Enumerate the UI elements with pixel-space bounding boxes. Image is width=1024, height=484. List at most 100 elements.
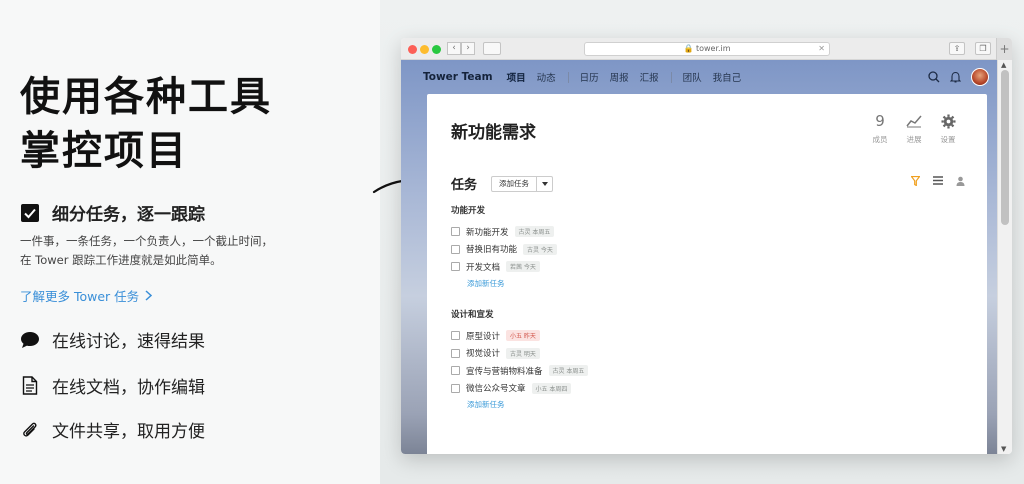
members-count: 9 bbox=[875, 112, 885, 130]
page-scrollbar[interactable]: ▲ ▼ bbox=[997, 60, 1012, 454]
stat-label: 进展 bbox=[906, 135, 922, 144]
task-row: 微信公众号文章 小五 本周四 bbox=[451, 380, 588, 398]
feature-label: 文件共享，取用方便 bbox=[52, 422, 205, 442]
forward-icon[interactable]: › bbox=[461, 42, 475, 55]
browser-toolbar: ‹ › 🔒 tower.im ✕ ⇪ ❐ + bbox=[401, 38, 1012, 60]
task-name[interactable]: 开发文档 bbox=[466, 261, 500, 273]
team-name[interactable]: Tower Team bbox=[423, 71, 493, 83]
stat-members[interactable]: 9 成员 bbox=[863, 110, 897, 145]
speech-bubble-icon bbox=[20, 330, 40, 350]
chart-icon bbox=[906, 115, 922, 128]
stat-label: 设置 bbox=[940, 135, 956, 144]
task-checkbox[interactable] bbox=[451, 383, 460, 393]
feature-description: 一件事，一条任务，一个负责人，一个截止时间， 在 Tower 跟踪工作进度就是如… bbox=[20, 232, 320, 270]
hero-title-line2: 掌控项目 bbox=[20, 128, 188, 174]
feature-tasks: 细分任务，逐一跟踪 bbox=[20, 200, 205, 225]
task-name[interactable]: 新功能开发 bbox=[466, 226, 509, 238]
stat-label: 成员 bbox=[872, 135, 888, 144]
learn-more-link[interactable]: 了解更多 Tower 任务 bbox=[20, 286, 153, 305]
nav-divider bbox=[567, 71, 569, 83]
task-checkbox[interactable] bbox=[451, 244, 460, 254]
add-task-label: 添加任务 bbox=[499, 178, 530, 188]
tasks-title: 任务 bbox=[451, 178, 478, 193]
tasks-header: 任务 添加任务 bbox=[451, 174, 554, 193]
nav-item-me[interactable]: 我自己 bbox=[713, 70, 742, 84]
feature-label: 在线文档，协作编辑 bbox=[52, 378, 205, 398]
task-row: 替换旧有功能 古灵 今天 bbox=[451, 241, 557, 259]
feature-discussion[interactable]: 在线讨论，速得结果 bbox=[20, 327, 205, 352]
nav-item-projects[interactable]: 项目 bbox=[507, 70, 526, 84]
clear-url-icon[interactable]: ✕ bbox=[818, 43, 825, 55]
task-name[interactable]: 替换旧有功能 bbox=[466, 243, 517, 255]
new-tab-button[interactable]: + bbox=[996, 38, 1012, 60]
nav-item-weekly[interactable]: 周报 bbox=[610, 70, 629, 84]
add-new-task-link[interactable]: 添加新任务 bbox=[467, 278, 557, 289]
browser-window: ‹ › 🔒 tower.im ✕ ⇪ ❐ + Tower Team 项目 动态 … bbox=[401, 38, 1012, 454]
project-card: 新功能需求 9 成员 进展 设置 任务 添加任务 功能开发 新功能开发 古灵 本… bbox=[427, 94, 987, 454]
lock-icon: 🔒 bbox=[683, 44, 694, 53]
task-tag: 古灵 今天 bbox=[523, 243, 557, 255]
project-title: 新功能需求 bbox=[451, 123, 536, 143]
task-tag-overdue: 小五 昨天 bbox=[506, 330, 540, 342]
task-name[interactable]: 宣传与营销物料准备 bbox=[466, 365, 543, 377]
stat-settings[interactable]: 设置 bbox=[931, 110, 965, 145]
task-tag: 若茜 今天 bbox=[506, 261, 540, 273]
chevron-right-icon bbox=[145, 290, 153, 301]
search-icon[interactable] bbox=[928, 71, 940, 83]
tabs-icon[interactable]: ❐ bbox=[975, 42, 991, 55]
nav-item-calendar[interactable]: 日历 bbox=[580, 70, 599, 84]
address-bar[interactable]: 🔒 tower.im ✕ bbox=[584, 42, 830, 56]
feature-label: 在线讨论，速得结果 bbox=[52, 332, 205, 352]
feature-description-line1: 一件事，一条任务，一个负责人，一个截止时间， bbox=[20, 234, 273, 248]
add-task-button[interactable]: 添加任务 bbox=[491, 175, 554, 192]
task-row: 新功能开发 古灵 本周五 bbox=[451, 223, 557, 241]
task-name[interactable]: 原型设计 bbox=[466, 330, 500, 342]
share-icon[interactable]: ⇪ bbox=[949, 42, 965, 55]
checkbox-checked-icon bbox=[20, 203, 40, 223]
avatar[interactable] bbox=[971, 68, 989, 86]
minimize-window-button[interactable] bbox=[420, 45, 429, 54]
scroll-up-icon[interactable]: ▲ bbox=[1001, 61, 1006, 69]
scrollbar-thumb[interactable] bbox=[1001, 70, 1009, 225]
feature-files[interactable]: 文件共享，取用方便 bbox=[20, 417, 205, 442]
feature-docs[interactable]: 在线文档，协作编辑 bbox=[20, 373, 205, 398]
nav-item-activity[interactable]: 动态 bbox=[537, 70, 556, 84]
bell-icon[interactable] bbox=[950, 71, 961, 83]
document-icon bbox=[20, 376, 40, 396]
back-icon[interactable]: ‹ bbox=[447, 42, 461, 55]
stat-progress[interactable]: 进展 bbox=[897, 110, 931, 145]
task-group-dev: 功能开发 新功能开发 古灵 本周五 替换旧有功能 古灵 今天 开发文档 若茜 今… bbox=[451, 204, 557, 289]
task-tag: 古灵 本周五 bbox=[548, 365, 589, 377]
filter-icon[interactable] bbox=[911, 176, 920, 186]
add-new-task-link[interactable]: 添加新任务 bbox=[467, 399, 588, 410]
task-tools bbox=[898, 176, 965, 186]
task-tag: 古灵 本周五 bbox=[514, 226, 555, 238]
feature-description-line2: 在 Tower 跟踪工作进度就是如此简单。 bbox=[20, 253, 222, 267]
page-viewport: Tower Team 项目 动态 日历 周报 汇报 团队 我自己 新功能需求 9… bbox=[401, 60, 997, 454]
person-icon[interactable] bbox=[956, 176, 965, 186]
task-checkbox[interactable] bbox=[451, 331, 460, 341]
task-checkbox[interactable] bbox=[451, 262, 460, 272]
task-group-title: 功能开发 bbox=[451, 206, 486, 216]
nav-item-team[interactable]: 团队 bbox=[683, 70, 702, 84]
chevron-down-icon[interactable] bbox=[536, 176, 552, 191]
sidebar-toggle-icon[interactable] bbox=[483, 42, 501, 55]
task-checkbox[interactable] bbox=[451, 366, 460, 376]
close-window-button[interactable] bbox=[408, 45, 417, 54]
maximize-window-button[interactable] bbox=[432, 45, 441, 54]
task-name[interactable]: 视觉设计 bbox=[466, 347, 500, 359]
task-checkbox[interactable] bbox=[451, 227, 460, 237]
nav-divider bbox=[670, 71, 672, 83]
scroll-down-icon[interactable]: ▼ bbox=[1001, 445, 1006, 453]
task-checkbox[interactable] bbox=[451, 348, 460, 358]
paperclip-icon bbox=[20, 420, 40, 440]
list-view-icon[interactable] bbox=[933, 176, 943, 185]
gear-icon bbox=[940, 113, 956, 129]
project-stats: 9 成员 进展 设置 bbox=[863, 110, 965, 145]
hero-title: 使用各种工具 掌控项目 bbox=[20, 70, 272, 178]
task-name[interactable]: 微信公众号文章 bbox=[466, 382, 526, 394]
task-group-title: 设计和宣发 bbox=[451, 310, 494, 320]
nav-item-report[interactable]: 汇报 bbox=[640, 70, 659, 84]
task-tag: 古灵 明天 bbox=[506, 347, 540, 359]
learn-more-label: 了解更多 Tower 任务 bbox=[20, 289, 140, 304]
